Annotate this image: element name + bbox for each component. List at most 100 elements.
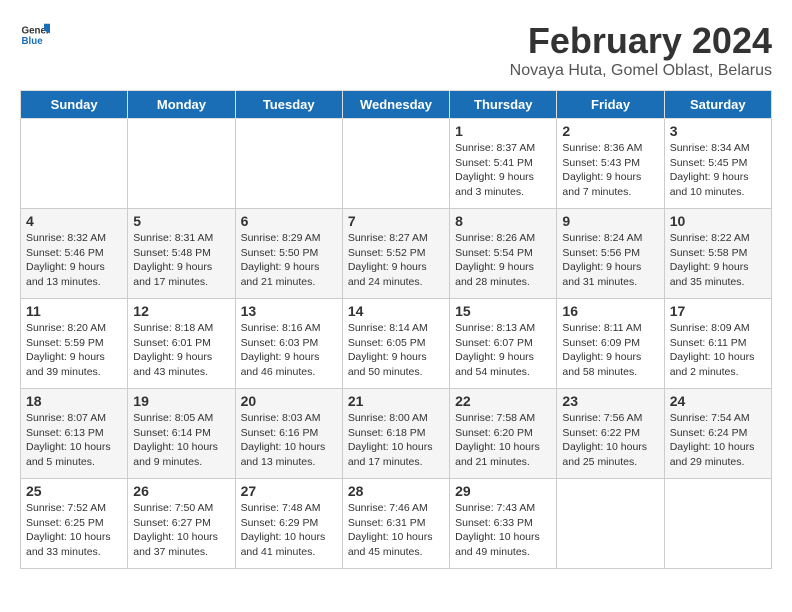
calendar-row: 11Sunrise: 8:20 AM Sunset: 5:59 PM Dayli… bbox=[21, 299, 772, 389]
table-row bbox=[342, 119, 449, 209]
day-info: Sunrise: 8:14 AM Sunset: 6:05 PM Dayligh… bbox=[348, 321, 444, 380]
day-info: Sunrise: 8:11 AM Sunset: 6:09 PM Dayligh… bbox=[562, 321, 658, 380]
day-number: 5 bbox=[133, 213, 229, 229]
day-number: 3 bbox=[670, 123, 766, 139]
day-info: Sunrise: 8:32 AM Sunset: 5:46 PM Dayligh… bbox=[26, 231, 122, 290]
day-number: 6 bbox=[241, 213, 337, 229]
table-row: 1Sunrise: 8:37 AM Sunset: 5:41 PM Daylig… bbox=[450, 119, 557, 209]
title-section: February 2024 Novaya Huta, Gomel Oblast,… bbox=[510, 20, 772, 80]
day-info: Sunrise: 8:09 AM Sunset: 6:11 PM Dayligh… bbox=[670, 321, 766, 380]
day-info: Sunrise: 8:18 AM Sunset: 6:01 PM Dayligh… bbox=[133, 321, 229, 380]
table-row: 27 Sunrise: 7:48 AM Sunset: 6:29 PM Dayli… bbox=[235, 479, 342, 569]
table-row: 25 Sunrise: 7:52 AM Sunset: 6:25 PM Dayli… bbox=[21, 479, 128, 569]
day-number: 9 bbox=[562, 213, 658, 229]
table-row: 19 Sunrise: 8:05 AM Sunset: 6:14 PM Dayli… bbox=[128, 389, 235, 479]
day-number: 23 bbox=[562, 393, 658, 409]
day-info: Sunrise: 7:58 AM Sunset: 6:20 PM Dayligh… bbox=[455, 411, 551, 470]
day-info: Sunrise: 8:34 AM Sunset: 5:45 PM Dayligh… bbox=[670, 141, 766, 200]
day-number: 4 bbox=[26, 213, 122, 229]
page-header: General Blue February 2024 Novaya Huta, … bbox=[20, 20, 772, 80]
day-info: Sunrise: 8:27 AM Sunset: 5:52 PM Dayligh… bbox=[348, 231, 444, 290]
table-row: 4 Sunrise: 8:32 AM Sunset: 5:46 PM Daylig… bbox=[21, 209, 128, 299]
table-row: 24 Sunrise: 7:54 AM Sunset: 6:24 PM Dayli… bbox=[664, 389, 771, 479]
day-number: 20 bbox=[241, 393, 337, 409]
calendar-row: 18 Sunrise: 8:07 AM Sunset: 6:13 PM Dayli… bbox=[21, 389, 772, 479]
table-row bbox=[557, 479, 664, 569]
calendar-body: 1Sunrise: 8:37 AM Sunset: 5:41 PM Daylig… bbox=[21, 119, 772, 569]
day-info: Sunrise: 8:22 AM Sunset: 5:58 PM Dayligh… bbox=[670, 231, 766, 290]
table-row: 6 Sunrise: 8:29 AM Sunset: 5:50 PM Daylig… bbox=[235, 209, 342, 299]
day-number: 12 bbox=[133, 303, 229, 319]
day-info: Sunrise: 7:43 AM Sunset: 6:33 PM Dayligh… bbox=[455, 501, 551, 560]
table-row: 28 Sunrise: 7:46 AM Sunset: 6:31 PM Dayli… bbox=[342, 479, 449, 569]
day-info: Sunrise: 8:03 AM Sunset: 6:16 PM Dayligh… bbox=[241, 411, 337, 470]
subtitle: Novaya Huta, Gomel Oblast, Belarus bbox=[510, 62, 772, 80]
table-row bbox=[21, 119, 128, 209]
table-row: 12 Sunrise: 8:18 AM Sunset: 6:01 PM Dayli… bbox=[128, 299, 235, 389]
table-row: 16Sunrise: 8:11 AM Sunset: 6:09 PM Dayli… bbox=[557, 299, 664, 389]
header-row: Sunday Monday Tuesday Wednesday Thursday… bbox=[21, 91, 772, 119]
day-number: 10 bbox=[670, 213, 766, 229]
day-number: 7 bbox=[348, 213, 444, 229]
table-row: 29 Sunrise: 7:43 AM Sunset: 6:33 PM Dayli… bbox=[450, 479, 557, 569]
day-info: Sunrise: 7:52 AM Sunset: 6:25 PM Dayligh… bbox=[26, 501, 122, 560]
table-row bbox=[128, 119, 235, 209]
header-friday: Friday bbox=[557, 91, 664, 119]
day-number: 2 bbox=[562, 123, 658, 139]
table-row: 2 Sunrise: 8:36 AM Sunset: 5:43 PM Daylig… bbox=[557, 119, 664, 209]
table-row: 26 Sunrise: 7:50 AM Sunset: 6:27 PM Dayli… bbox=[128, 479, 235, 569]
main-title: February 2024 bbox=[510, 20, 772, 62]
day-number: 28 bbox=[348, 483, 444, 499]
table-row bbox=[664, 479, 771, 569]
day-number: 27 bbox=[241, 483, 337, 499]
day-info: Sunrise: 7:50 AM Sunset: 6:27 PM Dayligh… bbox=[133, 501, 229, 560]
logo-icon: General Blue bbox=[20, 20, 50, 50]
table-row: 15 Sunrise: 8:13 AM Sunset: 6:07 PM Dayli… bbox=[450, 299, 557, 389]
day-info: Sunrise: 8:20 AM Sunset: 5:59 PM Dayligh… bbox=[26, 321, 122, 380]
day-info: Sunrise: 8:13 AM Sunset: 6:07 PM Dayligh… bbox=[455, 321, 551, 380]
calendar-header: Sunday Monday Tuesday Wednesday Thursday… bbox=[21, 91, 772, 119]
day-number: 18 bbox=[26, 393, 122, 409]
day-info: Sunrise: 7:48 AM Sunset: 6:29 PM Dayligh… bbox=[241, 501, 337, 560]
day-number: 29 bbox=[455, 483, 551, 499]
table-row: 22 Sunrise: 7:58 AM Sunset: 6:20 PM Dayli… bbox=[450, 389, 557, 479]
day-number: 22 bbox=[455, 393, 551, 409]
day-info: Sunrise: 8:05 AM Sunset: 6:14 PM Dayligh… bbox=[133, 411, 229, 470]
table-row: 20 Sunrise: 8:03 AM Sunset: 6:16 PM Dayli… bbox=[235, 389, 342, 479]
table-row: 17Sunrise: 8:09 AM Sunset: 6:11 PM Dayli… bbox=[664, 299, 771, 389]
header-thursday: Thursday bbox=[450, 91, 557, 119]
day-number: 24 bbox=[670, 393, 766, 409]
table-row bbox=[235, 119, 342, 209]
day-number: 15 bbox=[455, 303, 551, 319]
day-info: Sunrise: 8:00 AM Sunset: 6:18 PM Dayligh… bbox=[348, 411, 444, 470]
day-number: 26 bbox=[133, 483, 229, 499]
day-info: Sunrise: 7:56 AM Sunset: 6:22 PM Dayligh… bbox=[562, 411, 658, 470]
table-row: 3 Sunrise: 8:34 AM Sunset: 5:45 PM Daylig… bbox=[664, 119, 771, 209]
day-info: Sunrise: 7:46 AM Sunset: 6:31 PM Dayligh… bbox=[348, 501, 444, 560]
day-info: Sunrise: 8:24 AM Sunset: 5:56 PM Dayligh… bbox=[562, 231, 658, 290]
day-info: Sunrise: 8:36 AM Sunset: 5:43 PM Dayligh… bbox=[562, 141, 658, 200]
day-info: Sunrise: 8:16 AM Sunset: 6:03 PM Dayligh… bbox=[241, 321, 337, 380]
day-number: 13 bbox=[241, 303, 337, 319]
table-row: 9 Sunrise: 8:24 AM Sunset: 5:56 PM Daylig… bbox=[557, 209, 664, 299]
header-tuesday: Tuesday bbox=[235, 91, 342, 119]
calendar-row: 1Sunrise: 8:37 AM Sunset: 5:41 PM Daylig… bbox=[21, 119, 772, 209]
day-info: Sunrise: 8:29 AM Sunset: 5:50 PM Dayligh… bbox=[241, 231, 337, 290]
svg-text:Blue: Blue bbox=[22, 36, 44, 47]
header-saturday: Saturday bbox=[664, 91, 771, 119]
day-info: Sunrise: 7:54 AM Sunset: 6:24 PM Dayligh… bbox=[670, 411, 766, 470]
day-number: 25 bbox=[26, 483, 122, 499]
day-number: 19 bbox=[133, 393, 229, 409]
calendar-row: 4 Sunrise: 8:32 AM Sunset: 5:46 PM Daylig… bbox=[21, 209, 772, 299]
table-row: 14Sunrise: 8:14 AM Sunset: 6:05 PM Dayli… bbox=[342, 299, 449, 389]
day-info: Sunrise: 8:07 AM Sunset: 6:13 PM Dayligh… bbox=[26, 411, 122, 470]
table-row: 5Sunrise: 8:31 AM Sunset: 5:48 PM Daylig… bbox=[128, 209, 235, 299]
table-row: 11Sunrise: 8:20 AM Sunset: 5:59 PM Dayli… bbox=[21, 299, 128, 389]
day-number: 8 bbox=[455, 213, 551, 229]
logo: General Blue bbox=[20, 20, 50, 50]
table-row: 7 Sunrise: 8:27 AM Sunset: 5:52 PM Daylig… bbox=[342, 209, 449, 299]
day-info: Sunrise: 8:26 AM Sunset: 5:54 PM Dayligh… bbox=[455, 231, 551, 290]
day-info: Sunrise: 8:37 AM Sunset: 5:41 PM Dayligh… bbox=[455, 141, 551, 200]
header-sunday: Sunday bbox=[21, 91, 128, 119]
day-number: 21 bbox=[348, 393, 444, 409]
